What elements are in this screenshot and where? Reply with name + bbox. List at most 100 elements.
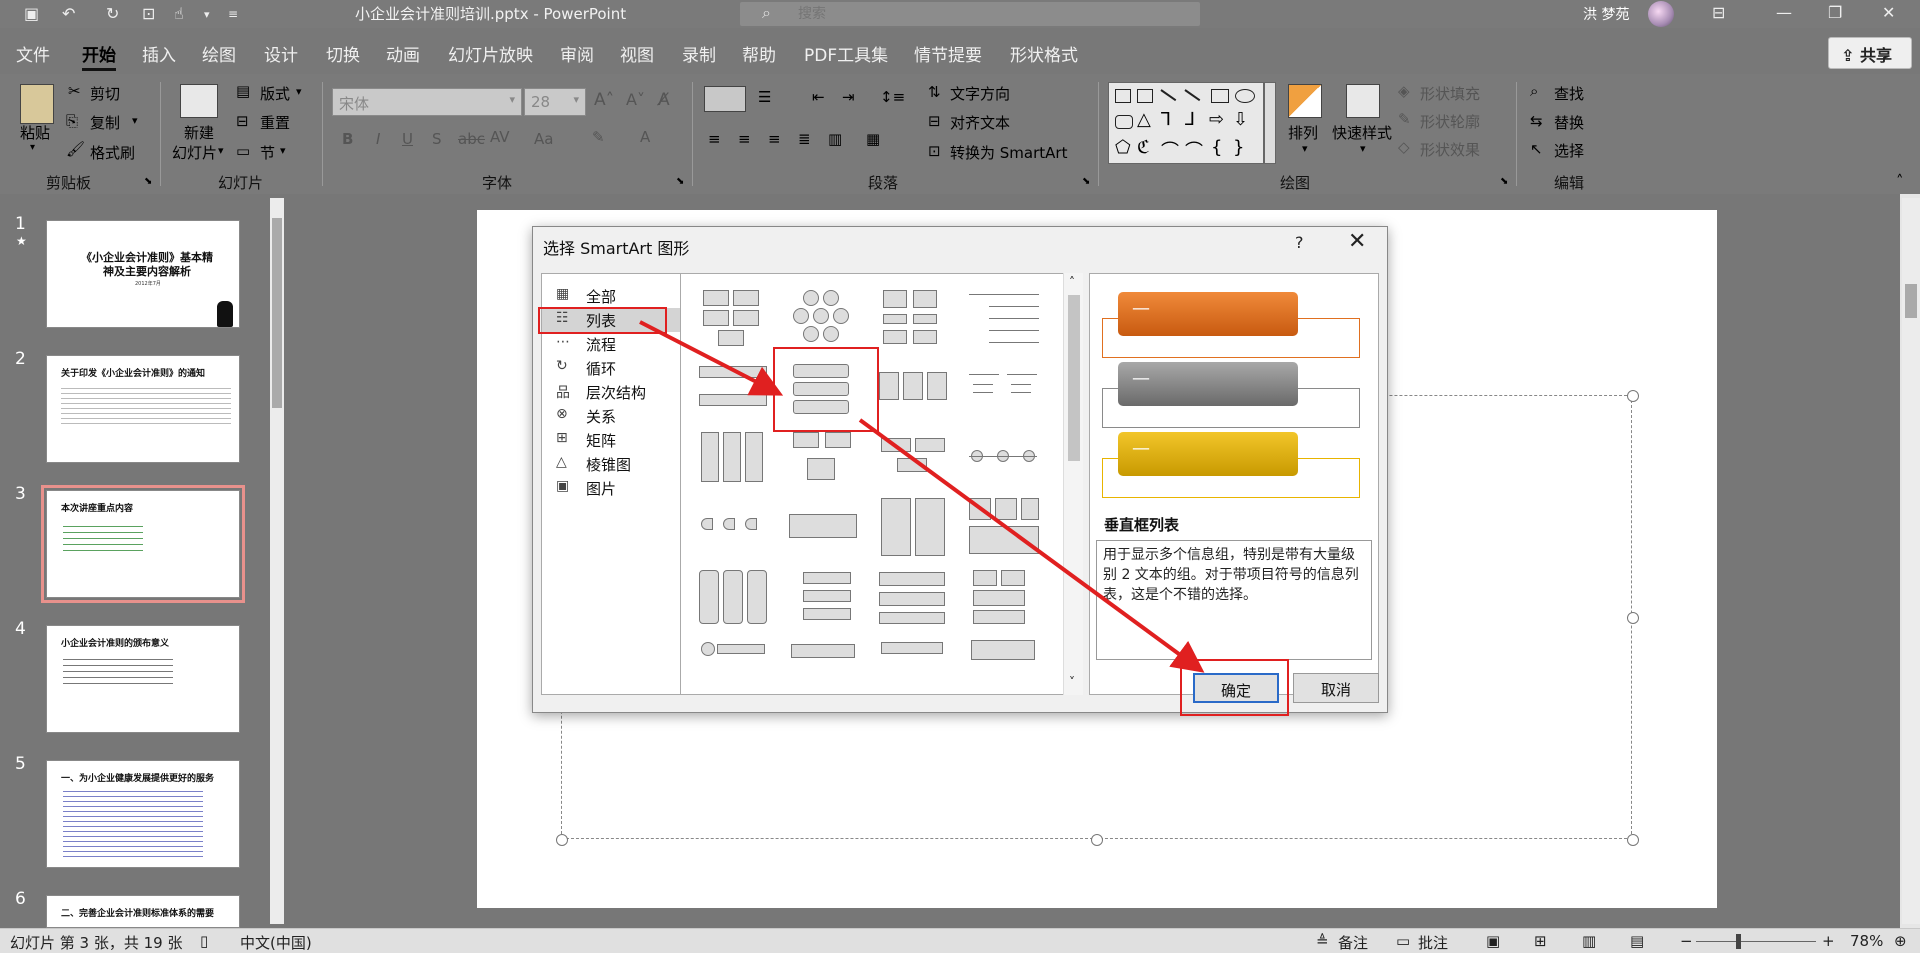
clipboard-launcher-icon[interactable]: ⬊ bbox=[144, 176, 152, 187]
category-picture[interactable]: ▣ 图片 bbox=[542, 476, 680, 500]
highlight-icon[interactable]: ✎ bbox=[592, 128, 605, 146]
tab-storyboard[interactable]: 情节提要 bbox=[914, 41, 982, 66]
tab-animations[interactable]: 动画 bbox=[386, 41, 420, 66]
right-brace-shape-icon[interactable]: } bbox=[1233, 137, 1244, 158]
notes-button[interactable]: 备注 bbox=[1338, 932, 1368, 953]
down-arrow-shape-icon[interactable]: ⇩ bbox=[1233, 109, 1248, 130]
font-name-combo[interactable]: 宋体 ▾ bbox=[332, 88, 522, 116]
layout-descending-block-list[interactable] bbox=[697, 498, 771, 560]
scroll-up-icon[interactable]: ˄ bbox=[1069, 275, 1075, 289]
ribbon-display-icon[interactable]: ⊟ bbox=[1712, 3, 1725, 22]
tab-transitions[interactable]: 切换 bbox=[326, 41, 360, 66]
layout-tab-list[interactable] bbox=[877, 428, 951, 490]
collapse-ribbon-icon[interactable]: ˄ bbox=[1896, 172, 1904, 190]
thumbnail-slide-3[interactable]: 本次讲座重点内容 bbox=[41, 485, 245, 603]
gallery-scrollbar[interactable]: ˄ ˅ bbox=[1063, 273, 1083, 695]
tab-help[interactable]: 帮助 bbox=[742, 41, 776, 66]
align-right-icon[interactable]: ≡ bbox=[768, 130, 781, 148]
numbering-icon[interactable]: ☰ bbox=[758, 88, 771, 106]
scribble-shape-icon[interactable]: ℭ bbox=[1137, 137, 1150, 158]
line-shape-icon[interactable] bbox=[1160, 89, 1177, 102]
fit-slide-icon[interactable]: ⊕ bbox=[1894, 932, 1907, 950]
layout-vertical-block-list[interactable] bbox=[787, 568, 861, 630]
layout-bar-list[interactable] bbox=[787, 638, 861, 694]
tab-draw[interactable]: 绘图 bbox=[202, 41, 236, 66]
tab-home[interactable]: 开始 bbox=[82, 41, 116, 66]
tab-design[interactable]: 设计 bbox=[264, 41, 298, 66]
section-button[interactable]: 节 bbox=[260, 142, 275, 163]
comments-button[interactable]: 批注 bbox=[1418, 932, 1448, 953]
select-icon[interactable]: ↖ bbox=[1530, 140, 1543, 158]
tab-record[interactable]: 录制 bbox=[682, 41, 716, 66]
layout-basic-block-list[interactable] bbox=[697, 288, 771, 350]
convert-smartart-button[interactable]: 转换为 SmartArt bbox=[950, 142, 1067, 163]
text-direction-icon[interactable]: ⇅ bbox=[928, 83, 941, 101]
tab-pdf-tools[interactable]: PDF工具集 bbox=[804, 41, 888, 66]
font-color-icon[interactable]: A bbox=[640, 128, 650, 146]
reading-view-icon[interactable]: ▥ bbox=[1582, 932, 1596, 950]
comments-icon[interactable]: ▭ bbox=[1396, 932, 1410, 950]
thumbnail-slide-2[interactable]: 关于印发《小企业会计准则》的通知 bbox=[46, 355, 240, 463]
quick-styles-icon[interactable] bbox=[1346, 84, 1380, 118]
reset-icon[interactable]: ⊟ bbox=[236, 112, 249, 130]
zoom-out-icon[interactable]: − bbox=[1680, 932, 1693, 950]
freeform-shape-icon[interactable]: ⬠ bbox=[1115, 137, 1131, 158]
slide-sorter-icon[interactable]: ⊞ bbox=[1534, 932, 1547, 950]
touch-mode-icon[interactable]: ☝ bbox=[174, 4, 184, 23]
presentation-icon[interactable]: ⊡ bbox=[142, 4, 155, 23]
category-matrix[interactable]: ⊞ 矩阵 bbox=[542, 428, 680, 452]
shape-outline-button[interactable]: 形状轮廓 bbox=[1420, 111, 1480, 132]
layout-trapezoid-list[interactable] bbox=[967, 428, 1041, 490]
category-relationship[interactable]: ⊗ 关系 bbox=[542, 404, 680, 428]
layout-horizontal-picture-list[interactable] bbox=[877, 568, 951, 630]
tab-view[interactable]: 视图 bbox=[620, 41, 654, 66]
strikethrough-icon[interactable]: abc bbox=[458, 130, 485, 148]
increase-font-icon[interactable]: A˄ bbox=[594, 90, 614, 110]
rectangle-shape-icon[interactable] bbox=[1211, 89, 1229, 103]
thumbnail-slide-5[interactable]: 一、为小企业健康发展提供更好的服务 bbox=[46, 760, 240, 868]
share-button[interactable]: ⇪ 共享 bbox=[1828, 37, 1912, 69]
category-all[interactable]: ▦ 全部 bbox=[542, 284, 680, 308]
layout-bracket-list[interactable] bbox=[967, 638, 1041, 694]
user-name[interactable]: 洪 梦苑 bbox=[1583, 4, 1629, 24]
copy-button[interactable]: 复制 bbox=[90, 112, 120, 133]
customize-toolbar-icon[interactable]: ≡ bbox=[228, 7, 238, 21]
thumbnail-slide-1[interactable]: 《小企业会计准则》基本精神及主要内容解析 2012年7月 bbox=[46, 220, 240, 328]
text-direction-button[interactable]: 文字方向 bbox=[950, 83, 1010, 104]
normal-view-icon[interactable]: ▣ bbox=[1486, 932, 1500, 950]
save-icon[interactable]: ▣ bbox=[24, 4, 39, 23]
resize-handle[interactable] bbox=[1627, 390, 1639, 402]
slide-scroll-thumb[interactable] bbox=[1905, 284, 1917, 318]
reset-button[interactable]: 重置 bbox=[260, 112, 290, 133]
replace-button[interactable]: 替换 bbox=[1554, 112, 1584, 133]
new-slide-button[interactable]: 新建 bbox=[184, 122, 214, 143]
replace-icon[interactable]: ⇆ bbox=[1530, 112, 1543, 130]
slideshow-view-icon[interactable]: ▤ bbox=[1630, 932, 1644, 950]
layout-hexagon-list[interactable] bbox=[787, 288, 861, 350]
restore-icon[interactable]: ❐ bbox=[1828, 3, 1842, 22]
bullets-icon[interactable] bbox=[704, 86, 746, 112]
columns-icon[interactable]: ▦ bbox=[866, 130, 880, 148]
shape-fill-button[interactable]: 形状填充 bbox=[1420, 83, 1480, 104]
zoom-level[interactable]: 78% bbox=[1850, 932, 1883, 950]
rounded-rect-shape-icon[interactable] bbox=[1115, 115, 1133, 129]
arrange-dropdown-icon[interactable]: ▾ bbox=[1302, 142, 1308, 155]
layout-square-accent-list[interactable] bbox=[967, 358, 1041, 420]
align-text-button[interactable]: 对齐文本 bbox=[950, 112, 1010, 133]
close-window-icon[interactable]: ✕ bbox=[1882, 3, 1895, 22]
scroll-down-icon[interactable]: ˅ bbox=[1069, 675, 1075, 689]
new-slide-label[interactable]: 幻灯片 bbox=[172, 142, 217, 163]
tab-file[interactable]: 文件 bbox=[16, 41, 50, 66]
quick-styles-button[interactable]: 快速样式 bbox=[1332, 122, 1392, 143]
category-pyramid[interactable]: △ 棱锥图 bbox=[542, 452, 680, 476]
notes-icon[interactable]: ≜ bbox=[1316, 932, 1329, 950]
layout-horizontal-bullet-list[interactable] bbox=[877, 358, 951, 420]
redo-icon[interactable]: ↻ bbox=[106, 4, 119, 23]
category-cycle[interactable]: ↻ 循环 bbox=[542, 356, 680, 380]
zoom-slider[interactable] bbox=[1696, 934, 1816, 949]
layout-dropdown-icon[interactable]: ▾ bbox=[296, 85, 302, 98]
decrease-font-icon[interactable]: A˅ bbox=[626, 90, 645, 109]
oval-shape-icon[interactable] bbox=[1235, 89, 1255, 103]
find-icon[interactable]: ⌕ bbox=[1530, 82, 1538, 100]
cut-icon[interactable]: ✂ bbox=[68, 82, 81, 100]
